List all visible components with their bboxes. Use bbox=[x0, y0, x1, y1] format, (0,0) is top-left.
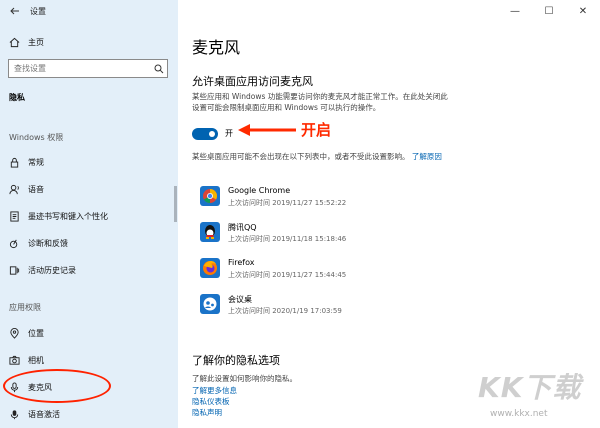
sidebar-item-camera[interactable]: 相机 bbox=[0, 349, 178, 371]
voice-activation-icon bbox=[7, 407, 21, 421]
watermark-url: www.kkx.net bbox=[490, 409, 548, 419]
app-name: Google Chrome bbox=[228, 186, 291, 195]
qq-icon bbox=[200, 222, 220, 242]
privacy-dashboard-link[interactable]: 隐私仪表板 bbox=[192, 396, 230, 407]
sidebar-item-general[interactable]: 常规 bbox=[0, 151, 178, 173]
lock-icon bbox=[7, 155, 21, 169]
privacy-statement-link[interactable]: 隐私声明 bbox=[192, 407, 222, 418]
camera-icon bbox=[7, 353, 21, 367]
sidebar-item-speech[interactable]: 语音 bbox=[0, 178, 178, 200]
app-last-access: 上次访问时间 2019/11/18 15:18:46 bbox=[228, 235, 347, 243]
search-input[interactable] bbox=[9, 64, 151, 73]
sidebar-item-home[interactable]: 主页 bbox=[0, 31, 178, 53]
sidebar-item-activity[interactable]: 活动历史记录 bbox=[0, 259, 178, 281]
back-arrow-icon bbox=[10, 7, 19, 15]
watermark-logo: KK下载 bbox=[478, 371, 582, 404]
sidebar-item-label: 语音 bbox=[28, 184, 44, 194]
app-last-access: 上次访问时间 2020/1/19 17:03:59 bbox=[228, 307, 342, 315]
app-name: 会议桌 bbox=[228, 295, 252, 304]
sidebar-scrollbar[interactable] bbox=[174, 186, 177, 222]
maximize-button[interactable]: ☐ bbox=[532, 0, 566, 22]
sidebar-item-label: 语音激活 bbox=[28, 409, 60, 419]
red-arrow-icon bbox=[238, 124, 296, 136]
app-row: 会议桌 上次访问时间 2020/1/19 17:03:59 bbox=[200, 292, 500, 320]
sidebar-item-inking[interactable]: 墨迹书写和键入个性化 bbox=[0, 205, 178, 227]
annotation-text: 开启 bbox=[301, 121, 332, 139]
back-button[interactable] bbox=[0, 0, 30, 22]
sidebar-item-label: 位置 bbox=[28, 328, 44, 338]
sidebar-item-label: 墨迹书写和键入个性化 bbox=[28, 211, 108, 221]
close-button[interactable]: ✕ bbox=[566, 0, 600, 22]
title-bar: 设置 bbox=[0, 0, 178, 22]
app-last-access: 上次访问时间 2019/11/27 15:44:45 bbox=[228, 271, 347, 279]
app-row: 腾讯QQ 上次访问时间 2019/11/18 15:18:46 bbox=[200, 220, 500, 248]
toggle-knob bbox=[209, 131, 215, 137]
sidebar-item-location[interactable]: 位置 bbox=[0, 322, 178, 344]
search-field[interactable] bbox=[8, 59, 168, 78]
watermark: KK下载 www.kkx.net bbox=[478, 366, 598, 422]
app-row: Firefox 上次访问时间 2019/11/27 15:44:45 bbox=[200, 256, 500, 284]
main-content: — ☐ ✕ 麦克风 允许桌面应用访问麦克风 某些应用和 Windows 功能需要… bbox=[178, 0, 600, 428]
sidebar-item-voice-activation[interactable]: 语音激活 bbox=[0, 403, 178, 425]
search-icon[interactable] bbox=[151, 64, 167, 74]
apps-note: 某些桌面应用可能不会出现在以下列表中，或者不受此设置影响。 了解原因 bbox=[192, 152, 442, 161]
sidebar-item-label: 主页 bbox=[28, 37, 44, 47]
location-icon bbox=[7, 326, 21, 340]
highlight-annotation-circle bbox=[3, 369, 111, 403]
sidebar-item-label: 诊断和反馈 bbox=[28, 238, 68, 248]
firefox-icon bbox=[200, 258, 220, 278]
privacy-options-title: 了解你的隐私选项 bbox=[192, 354, 280, 367]
section-title: 允许桌面应用访问麦克风 bbox=[192, 75, 313, 88]
sidebar-item-label: 相机 bbox=[28, 355, 44, 365]
privacy-options-desc: 了解此设置如何影响你的隐私。 bbox=[192, 374, 297, 383]
toggle-state-label: 开 bbox=[225, 129, 233, 138]
minimize-button[interactable]: — bbox=[498, 0, 532, 22]
section-label-windows: Windows 权限 bbox=[9, 133, 64, 142]
sidebar: 设置 主页 隐私 Windows 权限 常规 语音 墨迹书写和键入个性化 bbox=[0, 0, 178, 428]
learn-more-link[interactable]: 了解更多信息 bbox=[192, 385, 237, 396]
window-controls: — ☐ ✕ bbox=[498, 0, 600, 22]
sidebar-item-diagnostics[interactable]: 诊断和反馈 bbox=[0, 232, 178, 254]
app-last-access: 上次访问时间 2019/11/27 15:52:22 bbox=[228, 199, 347, 207]
section-label-apps: 应用权限 bbox=[9, 303, 41, 312]
desktop-apps-mic-toggle[interactable] bbox=[192, 128, 218, 140]
notepad-icon bbox=[7, 209, 21, 223]
diagnostics-icon bbox=[7, 236, 21, 250]
category-title: 隐私 bbox=[9, 93, 25, 102]
app-row: Google Chrome 上次访问时间 2019/11/27 15:52:22 bbox=[200, 184, 500, 212]
home-icon bbox=[7, 35, 21, 49]
timeline-icon bbox=[7, 263, 21, 277]
sidebar-item-label: 活动历史记录 bbox=[28, 265, 76, 275]
app-name: 腾讯QQ bbox=[228, 223, 257, 232]
speech-icon bbox=[7, 182, 21, 196]
learn-why-link[interactable]: 了解原因 bbox=[412, 152, 442, 161]
section-description: 某些应用和 Windows 功能需要访问你的麦克风才能正常工作。在此处关闭此 设… bbox=[192, 92, 448, 112]
sidebar-item-label: 常规 bbox=[28, 157, 44, 167]
window-title: 设置 bbox=[30, 6, 46, 16]
meeting-app-icon bbox=[200, 294, 220, 314]
page-title: 麦克风 bbox=[192, 38, 241, 57]
app-name: Firefox bbox=[228, 258, 255, 267]
chrome-icon bbox=[200, 186, 220, 206]
